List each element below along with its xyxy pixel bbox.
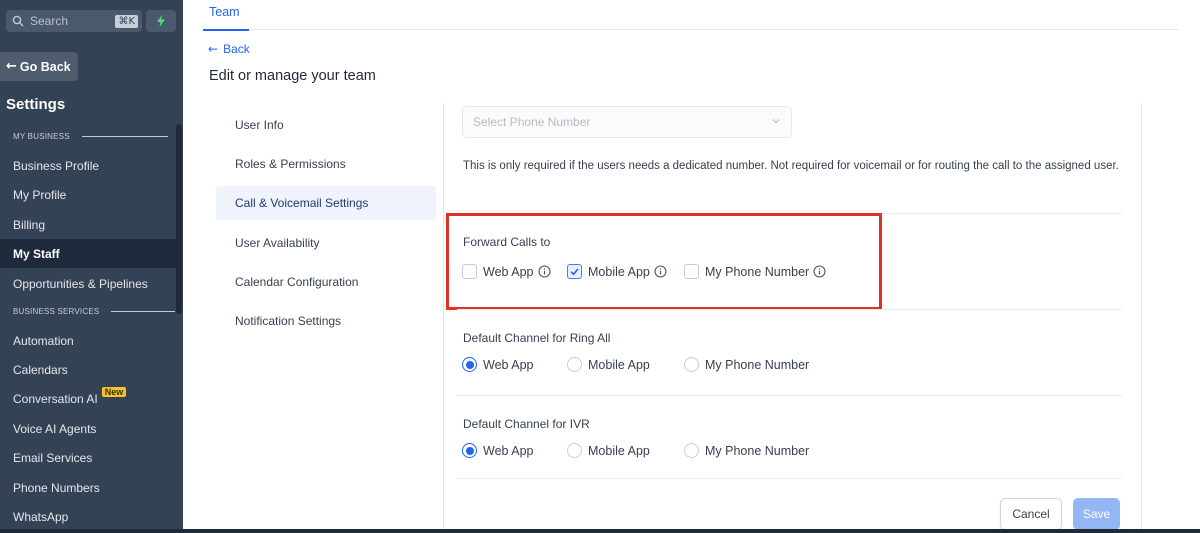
sidebar-item-my-profile[interactable]: My Profile [0, 180, 178, 209]
sidebar-item-calendars[interactable]: Calendars [0, 355, 178, 384]
search-icon [12, 15, 24, 27]
sidebar-item-label: My Profile [13, 187, 67, 202]
sidebar-item-whatsapp[interactable]: WhatsApp [0, 502, 178, 531]
sidebar-item-label: Voice AI Agents [13, 421, 97, 436]
subnav-label: User Info [235, 118, 284, 132]
search-input[interactable]: Search ⌘K [6, 10, 142, 32]
phone-number-select[interactable]: Select Phone Number [462, 106, 792, 138]
option-label: Web App [483, 443, 534, 458]
sidebar-item-label: Automation [13, 333, 74, 348]
section-header-business-services: BUSINESS SERVICES [13, 307, 176, 316]
bottom-edge [0, 529, 1200, 533]
option-label: Mobile App [588, 357, 650, 372]
ring-all-web-app-radio[interactable] [462, 357, 477, 372]
sidebar-item-automation[interactable]: Automation [0, 326, 178, 355]
divider [81, 136, 168, 137]
ring-all-web-app-option[interactable]: Web App [462, 357, 534, 372]
subnav-label: Calendar Configuration [235, 275, 359, 289]
ivr-label: Default Channel for IVR [463, 417, 590, 431]
option-label: My Phone Number [705, 357, 810, 372]
search-placeholder: Search [30, 14, 69, 28]
subnav-user-info[interactable]: User Info [216, 108, 436, 142]
sidebar-item-opportunities-pipelines[interactable]: Opportunities & Pipelines [0, 269, 178, 298]
arrow-left-icon: ← [208, 42, 219, 56]
sidebar-item-label: Business Profile [13, 158, 100, 173]
arrow-left-icon: ← [6, 59, 17, 74]
go-back-label: Go Back [19, 59, 71, 74]
phone-help-text: This is only required if the users needs… [463, 160, 1119, 172]
sidebar-item-label: Conversation AI [13, 391, 98, 406]
section-label: BUSINESS SERVICES [13, 307, 100, 316]
tab-active-indicator [203, 29, 249, 31]
section-header-my-business: MY BUSINESS [13, 132, 168, 141]
divider [111, 311, 176, 312]
subnav-label: Roles & Permissions [235, 157, 346, 171]
radio-dot [465, 360, 474, 369]
ivr-my-phone-number-option[interactable]: My Phone Number [684, 443, 809, 458]
lightning-icon [157, 15, 165, 27]
option-label: Web App [483, 357, 534, 372]
tab-team[interactable]: Team [209, 5, 240, 19]
option-label: My Phone Number [705, 443, 810, 458]
subnav-user-availability[interactable]: User Availability [216, 226, 436, 260]
sidebar-item-billing[interactable]: Billing [0, 210, 178, 239]
app-window: Search ⌘K ← Go Back Settings MY BUSINESS… [0, 0, 1200, 533]
go-back-button[interactable]: ← Go Back [0, 52, 78, 81]
sidebar-item-label: Opportunities & Pipelines [13, 276, 148, 291]
ring-all-mobile-app-radio[interactable] [567, 357, 582, 372]
sidebar-item-label: Phone Numbers [13, 480, 100, 495]
sidebar-scrollbar[interactable] [176, 124, 182, 314]
radio-dot [465, 446, 474, 455]
ring-all-my-phone-number-radio[interactable] [684, 357, 699, 372]
section-divider [457, 478, 1122, 479]
sidebar-item-my-staff[interactable]: My Staff [0, 239, 178, 268]
ring-all-label: Default Channel for Ring All [463, 331, 611, 345]
option-label: Mobile App [588, 443, 650, 458]
subnav-label: User Availability [235, 236, 320, 250]
sidebar-item-label: Calendars [13, 362, 68, 377]
sidebar-item-email-services[interactable]: Email Services [0, 443, 178, 472]
tabs-divider [249, 29, 1179, 30]
save-button[interactable]: Save [1073, 498, 1120, 530]
ring-all-my-phone-number-option[interactable]: My Phone Number [684, 357, 809, 372]
subnav-label: Notification Settings [235, 314, 342, 328]
quick-actions-button[interactable] [146, 10, 176, 32]
subnav-notification-settings[interactable]: Notification Settings [216, 304, 436, 338]
sidebar-item-phone-numbers[interactable]: Phone Numbers [0, 473, 178, 502]
chevron-down-icon [772, 119, 780, 124]
sidebar-item-label: Email Services [13, 450, 93, 465]
back-label: Back [223, 42, 250, 56]
back-link[interactable]: ← Back [208, 42, 250, 56]
sidebar-title: Settings [6, 96, 66, 113]
cancel-button[interactable]: Cancel [1000, 498, 1062, 530]
subnav-label: Call & Voicemail Settings [235, 196, 369, 210]
sidebar: Search ⌘K ← Go Back Settings MY BUSINESS… [0, 0, 183, 533]
page-title: Edit or manage your team [209, 68, 376, 84]
sidebar-item-voice-ai-agents[interactable]: Voice AI Agents [0, 414, 178, 443]
sidebar-item-label: WhatsApp [13, 509, 69, 524]
ivr-mobile-app-option[interactable]: Mobile App [567, 443, 650, 458]
search-shortcut: ⌘K [115, 14, 138, 28]
new-badge: New [101, 386, 127, 397]
ivr-mobile-app-radio[interactable] [567, 443, 582, 458]
subnav-call-voicemail-settings[interactable]: Call & Voicemail Settings [216, 186, 436, 220]
subnav-roles-permissions[interactable]: Roles & Permissions [216, 147, 436, 181]
section-divider [457, 395, 1122, 396]
sidebar-item-conversation-ai[interactable]: Conversation AI New [0, 384, 178, 413]
phone-select-placeholder: Select Phone Number [473, 115, 591, 129]
ring-all-mobile-app-option[interactable]: Mobile App [567, 357, 650, 372]
ivr-web-app-radio[interactable] [462, 443, 477, 458]
sidebar-item-label: My Staff [13, 246, 60, 261]
subnav-calendar-configuration[interactable]: Calendar Configuration [216, 265, 436, 299]
ivr-web-app-option[interactable]: Web App [462, 443, 534, 458]
sidebar-item-business-profile[interactable]: Business Profile [0, 151, 178, 180]
sidebar-item-label: Billing [13, 217, 46, 232]
ivr-my-phone-number-radio[interactable] [684, 443, 699, 458]
section-divider [457, 309, 1122, 310]
section-label: MY BUSINESS [13, 132, 70, 141]
annotation-highlight-box [446, 213, 882, 310]
